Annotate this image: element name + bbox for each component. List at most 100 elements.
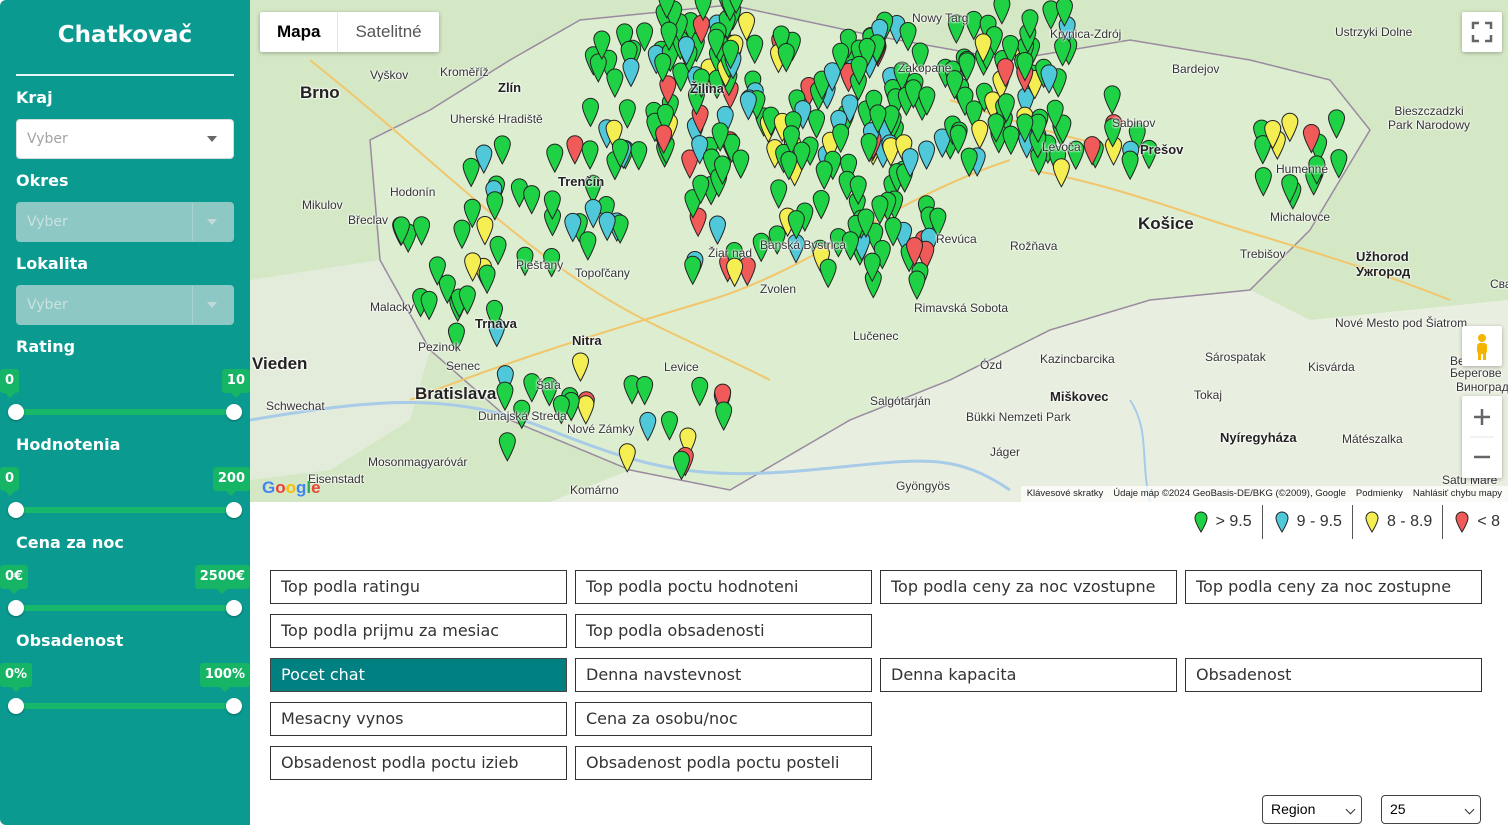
place-label: Topoľčany <box>575 266 630 280</box>
pocet-chat-button[interactable]: Pocet chat <box>270 658 567 692</box>
count-select[interactable]: 25 <box>1381 795 1481 824</box>
app-title: Chatkovač <box>57 22 193 48</box>
legend-item: > 9.5 <box>1182 505 1263 539</box>
place-label: Trnava <box>475 316 517 331</box>
place-label: Bardejov <box>1172 62 1220 76</box>
place-label: Sárospatak <box>1205 350 1266 364</box>
place-label: Dunajská Streda <box>478 409 567 423</box>
hodnotenia-max-handle[interactable] <box>226 502 242 518</box>
place-label: Bratislava <box>415 384 497 403</box>
okres-label: Okres <box>16 171 69 190</box>
place-label: Vyškov <box>370 68 409 82</box>
place-label: Levoča <box>1042 140 1081 154</box>
slider-track <box>16 409 234 415</box>
fullscreen-icon <box>1471 21 1493 43</box>
top-hodnoteni-button[interactable]: Top podla poctu hodnoteni <box>575 570 872 604</box>
rating-slider[interactable]: 0 10 <box>0 369 250 421</box>
place-label: Uherské Hradiště <box>450 112 543 126</box>
rating-max-value: 10 <box>221 369 250 398</box>
cena-osoba-button[interactable]: Cena za osobu/noc <box>575 702 872 736</box>
place-label: Břeclav <box>348 213 389 227</box>
rating-min-handle[interactable] <box>8 404 24 420</box>
street-view-button[interactable] <box>1462 326 1502 366</box>
pin-yellow-icon <box>1365 511 1379 533</box>
place-label: Ózd <box>980 358 1003 372</box>
denna-navstevnost-button[interactable]: Denna navstevnost <box>575 658 872 692</box>
place-label: Mátészalka <box>1342 432 1403 446</box>
place-label: Schwechat <box>266 399 325 413</box>
chevron-down-icon <box>207 302 217 308</box>
map-type-satellite[interactable]: Satelitné <box>337 12 438 52</box>
pin-blue-icon <box>1275 511 1289 533</box>
obsadenost-min-handle[interactable] <box>8 698 24 714</box>
zoom-control[interactable] <box>1462 396 1502 478</box>
place-label: Bükki Nemzeti Park <box>966 410 1071 424</box>
place-label: Берегове <box>1450 366 1502 380</box>
fullscreen-button[interactable] <box>1462 12 1502 52</box>
place-label: Виноград <box>1456 380 1508 394</box>
select-divider <box>192 286 193 324</box>
place-label: Trenčín <box>558 174 605 189</box>
hodnotenia-max-value: 200 <box>212 467 250 496</box>
slider-track <box>16 703 234 709</box>
hodnotenia-slider[interactable]: 0 200 <box>0 467 250 519</box>
top-obsadenost-button[interactable]: Top podla obsadenosti <box>575 614 872 648</box>
group-by-value: Region <box>1271 801 1316 817</box>
obsadenost-izieb-button[interactable]: Obsadenost podla poctu izieb <box>270 746 567 780</box>
keyboard-shortcuts-link[interactable]: Klávesové skratky <box>1027 488 1104 500</box>
group-by-select[interactable]: Region <box>1262 795 1362 824</box>
place-label: Ужгород <box>1356 264 1411 279</box>
cena-max-handle[interactable] <box>226 600 242 616</box>
cena-label: Cena za noc <box>16 533 124 552</box>
top-prijem-button[interactable]: Top podla prijmu za mesiac <box>270 614 567 648</box>
map-attribution: Klávesové skratky Údaje máp ©2024 GeoBas… <box>1020 486 1508 502</box>
place-label: Krynica-Zdrój <box>1050 27 1122 41</box>
map[interactable]: Brno Bratislava Vieden Košice Trnava Nit… <box>250 0 1508 502</box>
cena-slider[interactable]: 0€ 2500€ <box>0 565 250 617</box>
place-label: Ustrzyki Dolne <box>1335 25 1413 39</box>
rating-max-handle[interactable] <box>226 404 242 420</box>
place-label: Pezinok <box>418 340 461 354</box>
place-label: Свал <box>1490 277 1508 291</box>
cena-min-handle[interactable] <box>8 600 24 616</box>
mesacny-vynos-button[interactable]: Mesacny vynos <box>270 702 567 736</box>
obsadenost-min-value: 0% <box>0 663 33 692</box>
obsadenost-slider[interactable]: 0% 100% <box>0 663 250 715</box>
sidebar: Chatkovač Kraj Vyber Okres Vyber Lokalit… <box>0 0 250 825</box>
top-cena-zostupne-button[interactable]: Top podla ceny za noc zostupne <box>1185 570 1482 604</box>
place-label: Nowy Targ <box>912 11 969 25</box>
chevron-down-icon <box>207 219 217 225</box>
denna-kapacita-button[interactable]: Denna kapacita <box>880 658 1177 692</box>
hodnotenia-label: Hodnotenia <box>16 435 121 454</box>
top-cena-vzostupne-button[interactable]: Top podla ceny za noc vzostupne <box>880 570 1177 604</box>
okres-select[interactable]: Vyber <box>16 202 234 242</box>
place-label: Zakopane <box>898 61 952 75</box>
kraj-placeholder: Vyber <box>27 131 68 147</box>
place-label: Mikulov <box>302 198 343 212</box>
hodnotenia-min-handle[interactable] <box>8 502 24 518</box>
place-label: Piešťany <box>516 258 564 272</box>
obsadenost-posteli-button[interactable]: Obsadenost podla poctu posteli <box>575 746 872 780</box>
count-value: 25 <box>1390 801 1406 817</box>
obsadenost-max-handle[interactable] <box>226 698 242 714</box>
place-label: Senec <box>446 359 481 373</box>
place-label: Malacky <box>370 300 415 314</box>
place-label: Miškovec <box>1050 389 1109 404</box>
place-label: Sabinov <box>1112 116 1156 130</box>
pegman-icon <box>1477 334 1487 360</box>
map-type-toggle[interactable]: Mapa Satelitné <box>260 12 439 52</box>
terms-link[interactable]: Podmienky <box>1356 488 1403 500</box>
kraj-select[interactable]: Vyber <box>16 119 234 159</box>
lokalita-select[interactable]: Vyber <box>16 285 234 325</box>
zoom-in-icon[interactable] <box>1474 409 1490 425</box>
pin-green-icon <box>1194 511 1208 533</box>
place-label: Komárno <box>570 483 619 497</box>
place-label: Humenné <box>1276 162 1329 176</box>
top-rating-button[interactable]: Top podla ratingu <box>270 570 567 604</box>
report-error-link[interactable]: Nahlásiť chybu mapy <box>1413 488 1502 500</box>
legend-item: 9 - 9.5 <box>1263 505 1353 539</box>
obsadenost-button[interactable]: Obsadenost <box>1185 658 1482 692</box>
place-label: Kroměříž <box>440 65 489 79</box>
map-type-map[interactable]: Mapa <box>260 12 337 52</box>
place-label: Jáger <box>990 445 1021 459</box>
